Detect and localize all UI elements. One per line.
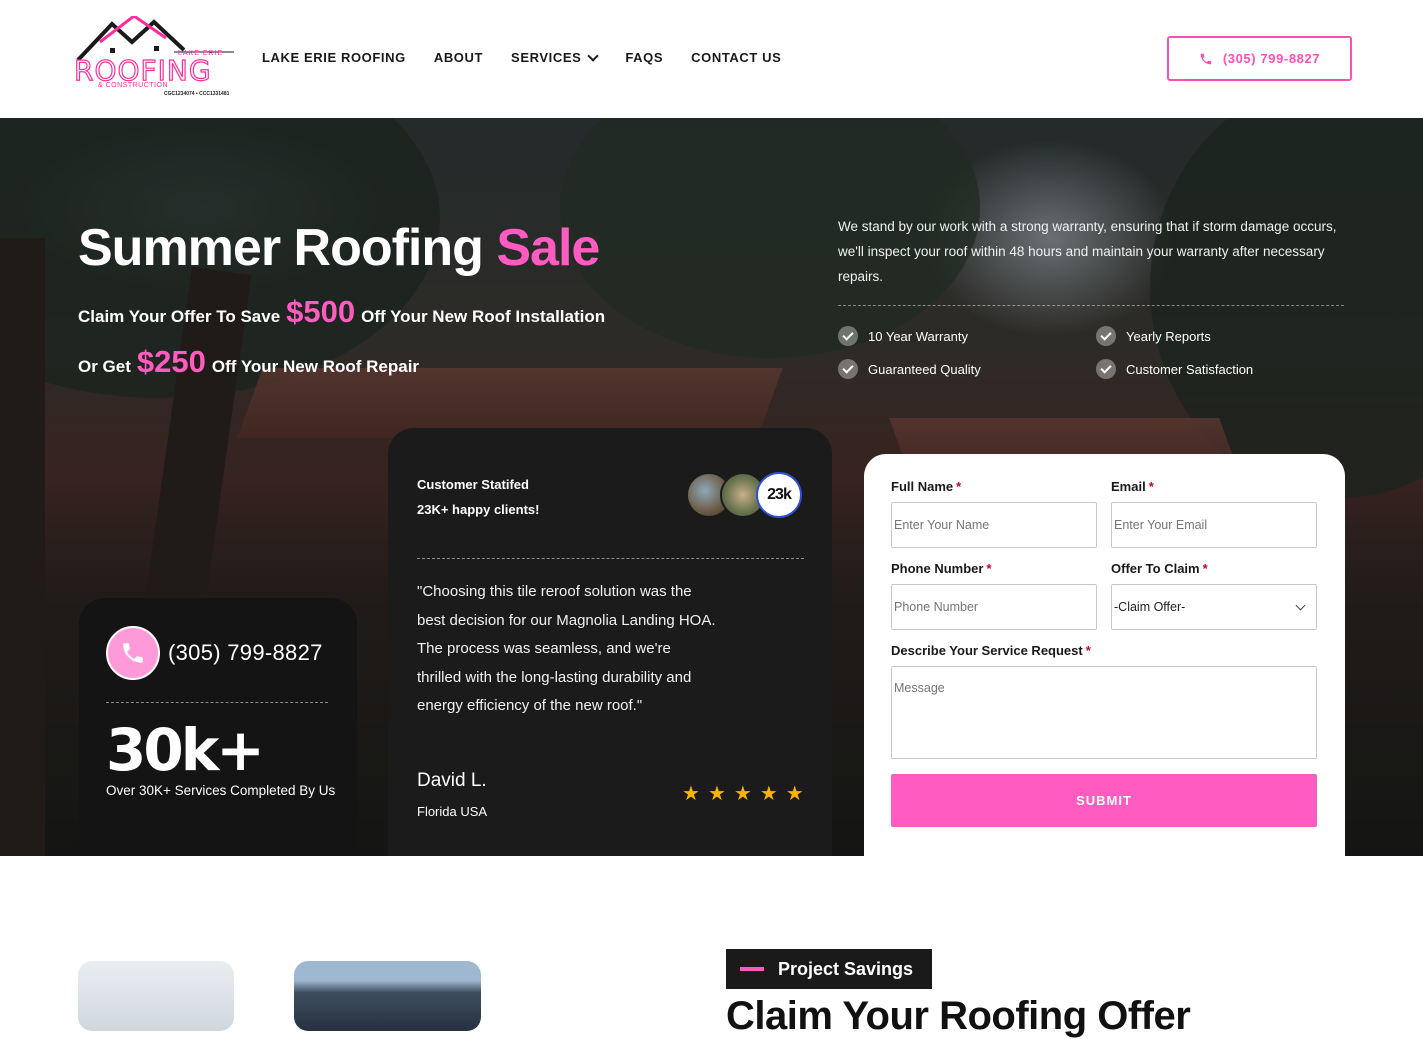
check-circle-icon: [1096, 326, 1116, 346]
hero-title-main: Summer Roofing: [78, 219, 497, 277]
main-nav: LAKE ERIE ROOFING ABOUT SERVICES FAQS CO…: [262, 49, 781, 65]
name-input[interactable]: [891, 502, 1097, 548]
required-mark: *: [1202, 561, 1208, 576]
star-icon: ★: [759, 783, 778, 805]
check-circle-icon: [838, 326, 858, 346]
divider: [106, 702, 328, 703]
stats-card: (305) 799-8827 30k+ Over 30K+ Services C…: [79, 598, 357, 856]
project-image: [294, 961, 481, 1031]
logo-license: CGC1234074 • CCC1331481: [164, 91, 230, 97]
label-text: Email: [1111, 479, 1146, 494]
feature-label: Customer Satisfaction: [1126, 361, 1254, 377]
required-mark: *: [986, 561, 992, 576]
nav-item-about[interactable]: ABOUT: [434, 50, 483, 65]
phone-icon: [1200, 53, 1212, 64]
label-text: Phone Number: [891, 561, 984, 576]
logo-subtitle: & CONSTRUCTION: [98, 82, 168, 89]
nav-item-faqs[interactable]: FAQS: [625, 50, 663, 65]
hero-section: Summer Roofing Sale Claim Your Offer To …: [0, 118, 1423, 856]
offer-repair: Or Get $250 Off Your New Roof Repair: [78, 344, 419, 380]
feature-label: Guaranteed Quality: [868, 361, 981, 377]
offer-install: Claim Your Offer To Save $500 Off Your N…: [78, 294, 605, 330]
phone-input[interactable]: [891, 584, 1097, 630]
check-circle-icon: [1096, 359, 1116, 379]
section-title: Claim Your Roofing Offer: [726, 994, 1191, 1038]
label-text: Offer To Claim: [1111, 561, 1200, 576]
required-mark: *: [1148, 479, 1154, 494]
phone-call-button[interactable]: [106, 626, 160, 680]
email-label: Email *: [1111, 479, 1154, 494]
offer-repair-post: Off Your New Roof Repair: [211, 357, 420, 376]
divider: [417, 558, 804, 559]
nav-item-services[interactable]: SERVICES: [511, 49, 600, 65]
feature-item: 10 Year Warranty: [838, 326, 968, 346]
required-mark: *: [1085, 643, 1091, 658]
chevron-down-icon: [587, 49, 600, 62]
project-image: [78, 961, 234, 1031]
nav-item-label: FAQS: [625, 50, 664, 65]
hero-title-accent: Sale: [496, 219, 600, 277]
avatar-group: 23k: [686, 472, 806, 520]
offer-install-post: Off Your New Roof Installation: [361, 307, 606, 326]
testimonial-author: David L.: [417, 770, 487, 791]
section-badge: Project Savings: [726, 949, 932, 989]
star-icon: ★: [733, 783, 752, 805]
rating-stars: ★ ★ ★ ★ ★: [682, 784, 804, 804]
warranty-description: We stand by our work with a strong warra…: [838, 219, 1337, 284]
star-icon: ★: [707, 783, 726, 805]
nav-item-label: SERVICES: [511, 50, 582, 65]
label-text: Describe Your Service Request: [891, 643, 1083, 658]
nav-item-label: LAKE ERIE ROOFING: [262, 50, 406, 65]
phone-icon: [123, 643, 143, 663]
offer-install-amount: $500: [286, 294, 356, 329]
nav-item-label: CONTACT US: [691, 50, 782, 65]
offer-repair-amount: $250: [136, 344, 206, 379]
stats-description: Over 30K+ Services Completed By Us: [106, 783, 336, 798]
phone-label: Phone Number *: [891, 561, 992, 576]
offer-install-pre: Claim Your Offer To Save: [78, 307, 281, 326]
offer-select[interactable]: -Claim Offer-: [1111, 584, 1317, 630]
testimonial-subheading: 23K+ happy clients!: [417, 502, 540, 517]
header-phone-number: (305) 799-8827: [1222, 51, 1321, 66]
divider: [838, 305, 1344, 306]
testimonial-header: Customer Statifed 23K+ happy clients!: [417, 472, 539, 522]
message-textarea[interactable]: [891, 666, 1317, 759]
testimonial-quote: "Choosing this tile reroof solution was …: [417, 583, 716, 715]
testimonial-card: Customer Statifed 23K+ happy clients! 23…: [388, 428, 832, 856]
nav-item-contact[interactable]: CONTACT US: [691, 50, 781, 65]
required-mark: *: [956, 479, 962, 494]
check-circle-icon: [838, 359, 858, 379]
nav-item-label: ABOUT: [433, 50, 484, 65]
testimonial-heading: Customer Statifed: [417, 477, 529, 492]
feature-item: Customer Satisfaction: [1096, 359, 1253, 379]
testimonial-location: Florida USA: [417, 804, 488, 819]
brand-logo[interactable]: LAKE ERIE ROOFING & CONSTRUCTION CGC1234…: [73, 16, 236, 98]
feature-item: Guaranteed Quality: [838, 359, 981, 379]
message-label: Describe Your Service Request *: [891, 643, 1091, 658]
feature-label: 10 Year Warranty: [868, 328, 968, 344]
star-icon: ★: [785, 783, 804, 805]
feature-label: Yearly Reports: [1126, 328, 1211, 344]
nav-item-home[interactable]: LAKE ERIE ROOFING: [262, 50, 406, 65]
site-header: LAKE ERIE ROOFING & CONSTRUCTION CGC1234…: [0, 0, 1423, 118]
header-phone-button[interactable]: (305) 799-8827: [1167, 36, 1352, 81]
name-label: Full Name *: [891, 479, 961, 494]
hero-title: Summer Roofing Sale: [78, 218, 600, 278]
email-input[interactable]: [1111, 502, 1317, 548]
chevron-down-icon: [1295, 600, 1306, 610]
offer-select-value: -Claim Offer-: [1114, 600, 1186, 614]
star-icon: ★: [682, 783, 700, 805]
submit-button[interactable]: SUBMIT: [891, 774, 1317, 827]
offer-form: Full Name* Email* Phone Number* Offer To…: [864, 454, 1345, 856]
badge-accent-bar: [740, 967, 764, 971]
stats-phone-number[interactable]: (305) 799-8827: [168, 640, 323, 666]
section-badge-label: Project Savings: [778, 958, 914, 979]
feature-item: Yearly Reports: [1096, 326, 1211, 346]
label-text: Full Name: [891, 479, 954, 494]
stats-count: 30k+: [106, 716, 265, 784]
offer-repair-pre: Or Get: [78, 357, 131, 376]
offer-label: Offer To Claim *: [1111, 561, 1208, 576]
avatar-count-badge: 23k: [756, 472, 802, 518]
